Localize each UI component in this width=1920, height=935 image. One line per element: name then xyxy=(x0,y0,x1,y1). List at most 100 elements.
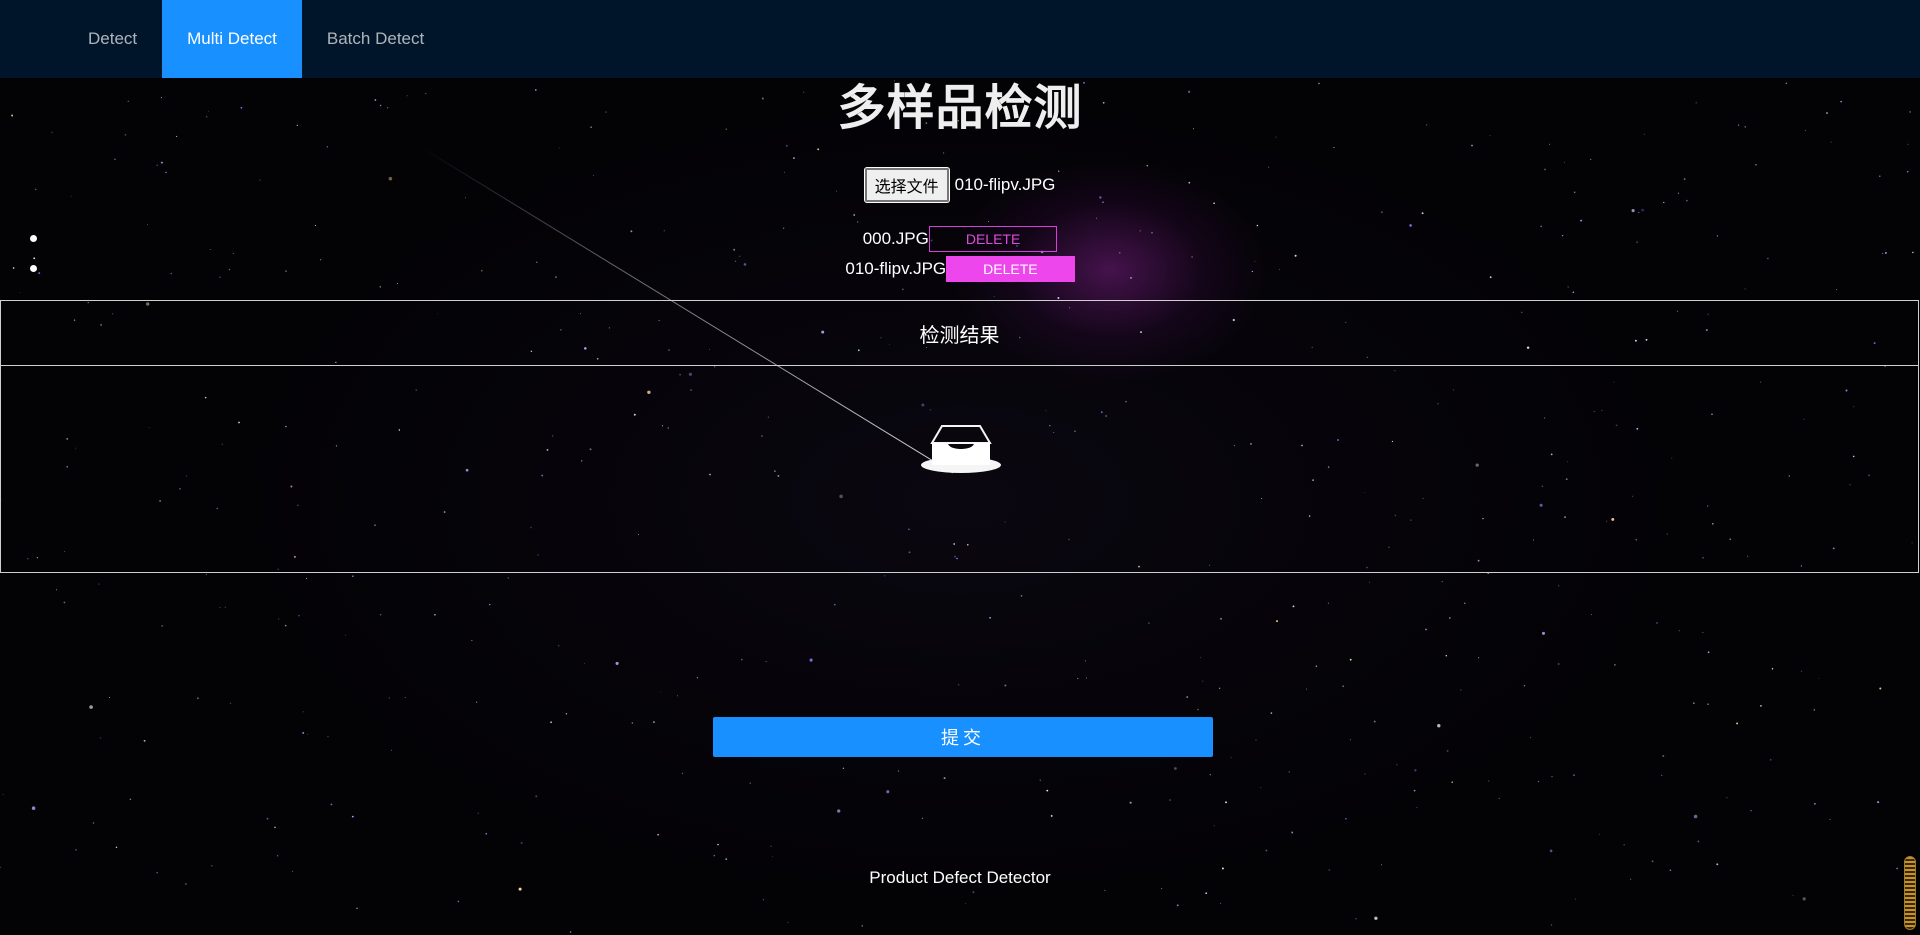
star-dot xyxy=(558,147,560,149)
star-dot xyxy=(1523,685,1526,687)
star-dot xyxy=(772,856,773,857)
star-dot xyxy=(161,624,164,627)
star-dot xyxy=(1558,585,1560,587)
star-dot xyxy=(1057,297,1060,299)
star-dot xyxy=(987,220,990,223)
star-dot xyxy=(1327,602,1329,604)
star-dot xyxy=(197,697,199,699)
star-dot xyxy=(765,660,767,663)
star-dot xyxy=(1414,769,1417,772)
star-dot xyxy=(861,925,863,927)
star-dot xyxy=(1020,595,1023,597)
star-dot xyxy=(787,922,789,923)
star-dot xyxy=(1882,252,1884,255)
nav-item-detect[interactable]: Detect xyxy=(63,0,162,78)
star-dot xyxy=(1614,664,1616,666)
star-dot xyxy=(1580,219,1583,222)
choose-file-button[interactable]: 选择文件 xyxy=(863,167,950,203)
star-dot xyxy=(380,614,382,616)
star-dot xyxy=(921,817,923,819)
star-dot xyxy=(770,845,772,847)
star-dot xyxy=(1446,749,1449,752)
star-dot xyxy=(1572,291,1575,293)
star-dot xyxy=(1276,620,1278,623)
delete-button[interactable]: DELETE xyxy=(928,226,1058,252)
star-dot xyxy=(943,777,946,780)
star-dot xyxy=(1119,252,1121,254)
star-dot xyxy=(302,731,305,734)
star-dot xyxy=(809,658,813,662)
star-dot xyxy=(1416,806,1418,809)
star-dot xyxy=(1550,924,1553,926)
star-dot xyxy=(842,767,845,769)
star-dot xyxy=(1702,632,1704,633)
star-dot xyxy=(1169,799,1171,801)
star-dot xyxy=(1744,288,1746,290)
star-dot xyxy=(274,826,276,829)
star-dot xyxy=(92,822,95,824)
star-dot xyxy=(219,606,221,608)
star-dot xyxy=(1460,689,1462,691)
star-dot xyxy=(1230,757,1232,759)
star-dot xyxy=(1656,622,1658,624)
star-dot xyxy=(1912,251,1914,254)
star-dot xyxy=(696,677,699,679)
star-dot xyxy=(1345,818,1347,820)
star-dot xyxy=(1693,814,1698,819)
star-dot xyxy=(1638,211,1640,214)
empty-inbox-icon xyxy=(920,421,1002,477)
star-dot xyxy=(1631,209,1635,213)
star-dot xyxy=(713,854,716,857)
star-dot xyxy=(276,854,279,857)
star-dot xyxy=(19,291,21,293)
star-dot xyxy=(584,663,585,665)
star-dot xyxy=(2,794,4,796)
star-dot xyxy=(1836,289,1838,290)
star-dot xyxy=(1174,767,1177,770)
star-dot xyxy=(1374,916,1378,920)
star-dot xyxy=(1413,789,1416,792)
star-dot xyxy=(1077,678,1079,679)
star-dot xyxy=(379,286,381,288)
star-dot xyxy=(1205,892,1208,895)
star-dot xyxy=(1437,724,1441,728)
star-dot xyxy=(897,770,900,772)
star-dot xyxy=(1697,840,1700,843)
star-dot xyxy=(31,806,36,810)
star-dot xyxy=(1802,897,1806,901)
star-dot xyxy=(792,157,795,160)
star-dot xyxy=(457,900,460,903)
star-dot xyxy=(1260,786,1262,789)
star-dot xyxy=(1445,654,1448,657)
star-dot xyxy=(488,603,491,606)
nav-item-multi-detect[interactable]: Multi Detect xyxy=(162,0,302,78)
star-dot xyxy=(160,161,163,164)
submit-button[interactable]: 提交 xyxy=(713,717,1213,757)
file-upload-row: 选择文件 010-flipv.JPG xyxy=(0,167,1920,203)
star-dot xyxy=(1004,684,1007,687)
star-dot xyxy=(1590,158,1592,161)
star-dot xyxy=(345,634,347,636)
star-dot xyxy=(1096,217,1097,219)
star-dot xyxy=(837,809,841,813)
file-item-name: 000.JPG xyxy=(862,229,929,248)
star-dot xyxy=(397,283,399,285)
page-background: Detect Multi Detect Batch Detect 多样品检测 选… xyxy=(0,0,1920,935)
scroll-indicator[interactable] xyxy=(1904,856,1916,930)
star-dot xyxy=(1907,143,1909,145)
star-dot xyxy=(1084,660,1086,662)
nav-item-batch-detect[interactable]: Batch Detect xyxy=(302,0,449,78)
star-dot xyxy=(1333,147,1335,148)
star-dot xyxy=(75,849,77,851)
star-dot xyxy=(972,891,975,894)
delete-button[interactable]: DELETE xyxy=(946,256,1075,282)
star-dot xyxy=(1255,739,1257,741)
star-dot xyxy=(266,817,269,820)
star-dot xyxy=(351,815,354,818)
star-dot xyxy=(507,577,510,579)
star-dot xyxy=(1771,667,1774,670)
star-dot xyxy=(725,858,728,860)
page-title: 多样品检测 xyxy=(837,82,1083,135)
star-dot xyxy=(1425,628,1427,631)
star-dot xyxy=(210,864,213,867)
